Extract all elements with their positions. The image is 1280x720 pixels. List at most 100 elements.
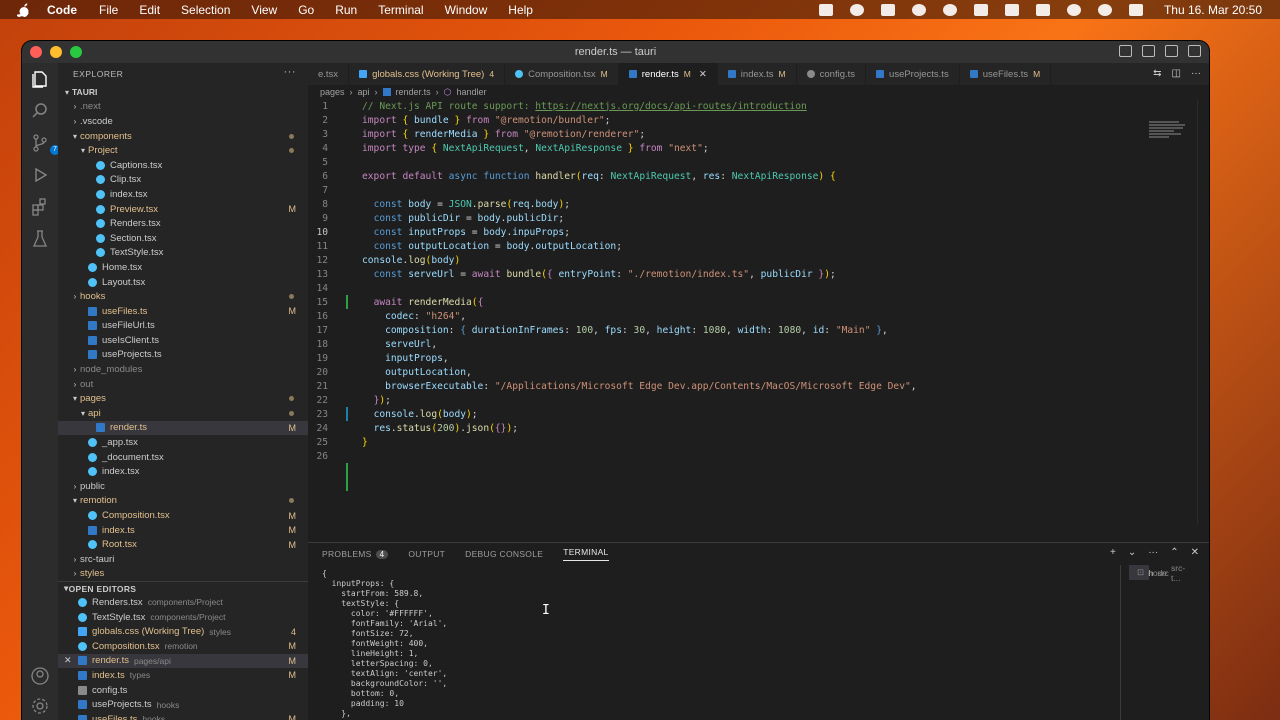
tab-problems[interactable]: PROBLEMS 4 xyxy=(322,549,389,559)
settings-gear-icon[interactable] xyxy=(30,696,50,716)
account-icon[interactable] xyxy=(30,666,50,686)
close-tab-icon[interactable]: ✕ xyxy=(699,69,707,80)
open-editor-item[interactable]: index.ts types M xyxy=(58,668,308,683)
split-editor-icon[interactable]: ◫ xyxy=(1172,68,1181,79)
maximize-panel-icon[interactable]: ⌃ xyxy=(1170,547,1178,558)
open-editor-item[interactable]: useProjects.ts hooks xyxy=(58,697,308,712)
close-panel-icon[interactable]: ✕ xyxy=(1191,547,1199,558)
search-icon[interactable] xyxy=(1097,3,1112,16)
explorer-icon[interactable] xyxy=(30,69,50,89)
tree-folder[interactable]: › .vscode xyxy=(58,114,308,129)
editor-tab[interactable]: render.ts M ✕ xyxy=(618,63,718,85)
menu-go[interactable]: Go xyxy=(298,3,314,17)
tree-file[interactable]: Layout.tsx xyxy=(58,275,308,290)
menu-edit[interactable]: Edit xyxy=(139,3,160,17)
close-window-button[interactable] xyxy=(30,46,42,58)
open-editor-item[interactable]: globals.css (Working Tree) styles 4 xyxy=(58,624,308,639)
tree-file[interactable]: index.tsx xyxy=(58,187,308,202)
tree-folder[interactable]: › node_modules xyxy=(58,362,308,377)
menu-terminal[interactable]: Terminal xyxy=(378,3,423,17)
new-terminal-icon[interactable]: + xyxy=(1110,547,1116,558)
workspace-root[interactable]: ▾ TAURI xyxy=(58,85,308,100)
breadcrumb-item[interactable]: render.ts xyxy=(396,87,431,97)
tree-file[interactable]: _app.tsx xyxy=(58,435,308,450)
tree-file[interactable]: Clip.tsx xyxy=(58,173,308,188)
clock[interactable]: Thu 16. Mar 20:50 xyxy=(1164,3,1262,17)
tree-folder[interactable]: › src-tauri xyxy=(58,552,308,567)
editor-tab[interactable]: index.ts M xyxy=(718,63,797,85)
tree-file[interactable]: useIsClient.ts xyxy=(58,333,308,348)
more-actions-icon[interactable]: ··· xyxy=(284,66,297,78)
editor-tab[interactable]: useProjects.ts xyxy=(866,63,960,85)
open-editor-item[interactable]: Renders.tsx components/Project xyxy=(58,595,308,610)
editor-tab[interactable]: globals.css (Working Tree) 4 xyxy=(349,63,506,85)
tree-folder[interactable]: › styles xyxy=(58,567,308,582)
status-icon[interactable] xyxy=(849,3,864,16)
breadcrumb-item[interactable]: pages xyxy=(320,87,345,97)
tree-file[interactable]: Section.tsx xyxy=(58,231,308,246)
tab-debug-console[interactable]: DEBUG CONSOLE xyxy=(465,549,543,559)
open-editor-item[interactable]: Composition.tsx remotion M xyxy=(58,639,308,654)
editor-tab[interactable]: config.ts xyxy=(797,63,867,85)
tab-terminal[interactable]: TERMINAL xyxy=(563,547,609,561)
tree-file[interactable]: useProjects.ts xyxy=(58,348,308,363)
search-icon[interactable] xyxy=(30,101,50,121)
tree-file[interactable]: Renders.tsx xyxy=(58,216,308,231)
tree-folder[interactable]: ▾ api xyxy=(58,406,308,421)
tree-file[interactable]: index.tsx xyxy=(58,464,308,479)
open-editor-item[interactable]: TextStyle.tsx components/Project xyxy=(58,610,308,625)
play-icon[interactable] xyxy=(942,3,957,16)
toggle-panel-icon[interactable] xyxy=(1142,45,1155,57)
menu-file[interactable]: File xyxy=(99,3,118,17)
tree-file[interactable]: TextStyle.tsx xyxy=(58,246,308,261)
tree-folder[interactable]: › public xyxy=(58,479,308,494)
open-editor-item[interactable]: useFiles.ts hooks M xyxy=(58,712,308,720)
shield-icon[interactable] xyxy=(880,3,895,16)
code-editor[interactable]: 1 // Next.js API route support: https://n… xyxy=(308,99,1209,525)
tree-file[interactable]: Home.tsx xyxy=(58,260,308,275)
menu-help[interactable]: Help xyxy=(508,3,533,17)
breadcrumb-item[interactable]: api xyxy=(358,87,370,97)
tree-folder[interactable]: ▾ pages xyxy=(58,391,308,406)
tree-folder[interactable]: ▾ Project xyxy=(58,143,308,158)
tree-file[interactable]: index.ts M xyxy=(58,523,308,538)
control-center-icon[interactable] xyxy=(1128,3,1143,16)
tree-folder[interactable]: › out xyxy=(58,377,308,392)
more-actions-icon[interactable]: ··· xyxy=(1191,68,1201,79)
tree-file[interactable]: Captions.tsx xyxy=(58,158,308,173)
close-icon[interactable]: ✕ xyxy=(64,655,72,666)
tab-output[interactable]: OUTPUT xyxy=(408,549,445,559)
menu-selection[interactable]: Selection xyxy=(181,3,230,17)
menu-run[interactable]: Run xyxy=(335,3,357,17)
cloud-icon[interactable] xyxy=(911,3,926,16)
extensions-icon[interactable] xyxy=(30,197,50,217)
toggle-sidebar-icon[interactable] xyxy=(1119,45,1132,57)
minimize-window-button[interactable] xyxy=(50,46,62,58)
breadcrumb-item[interactable]: handler xyxy=(456,87,486,97)
tree-file[interactable]: _document.tsx xyxy=(58,450,308,465)
more-icon[interactable] xyxy=(1004,3,1019,16)
editor-tab[interactable]: useFiles.ts M xyxy=(960,63,1052,85)
tree-file[interactable]: Preview.tsx M xyxy=(58,202,308,217)
tree-file[interactable]: Composition.tsx M xyxy=(58,508,308,523)
open-editor-item[interactable]: ✕ render.ts pages/api M xyxy=(58,653,308,669)
menu-view[interactable]: View xyxy=(251,3,277,17)
tree-file[interactable]: useFileUrl.ts xyxy=(58,319,308,334)
toggle-secondary-sidebar-icon[interactable] xyxy=(1165,45,1178,57)
run-debug-icon[interactable] xyxy=(30,165,50,185)
tree-folder[interactable]: › .next xyxy=(58,100,308,115)
terminal-output[interactable]: { inputProps: { startFrom: 589.8, textSt… xyxy=(322,569,1102,720)
chevron-down-icon[interactable]: ⌄ xyxy=(1128,547,1136,558)
source-control-icon[interactable]: 7 xyxy=(30,133,60,155)
terminal-instance-node[interactable]: ⊡ node src-t... xyxy=(1129,563,1185,583)
customize-layout-icon[interactable] xyxy=(1188,45,1201,57)
tree-folder[interactable]: › hooks xyxy=(58,289,308,304)
screen-share-icon[interactable] xyxy=(818,3,833,16)
maximize-window-button[interactable] xyxy=(70,46,82,58)
tree-file[interactable]: Root.tsx M xyxy=(58,537,308,552)
open-editors-header[interactable]: ▾ OPEN EDITORS xyxy=(58,581,308,595)
open-editor-item[interactable]: config.ts xyxy=(58,683,308,698)
tree-file[interactable]: useFiles.ts M xyxy=(58,304,308,319)
editor-tab[interactable]: Composition.tsx M xyxy=(505,63,619,85)
input-source-icon[interactable] xyxy=(973,3,988,16)
